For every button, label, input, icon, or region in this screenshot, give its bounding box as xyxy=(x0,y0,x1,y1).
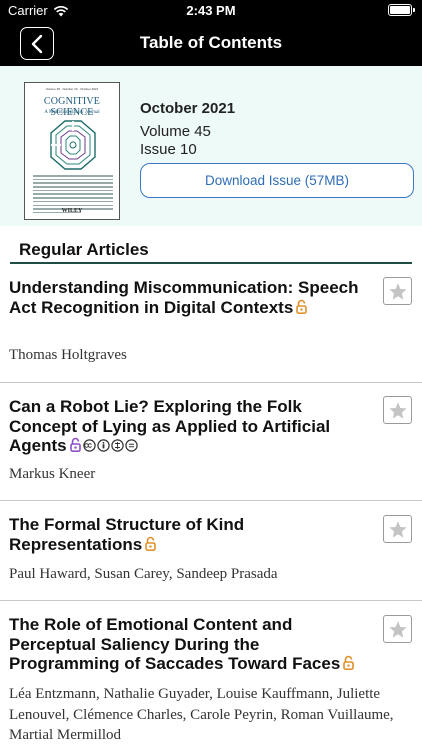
clock: 2:43 PM xyxy=(186,3,236,18)
article-title[interactable]: Understanding Miscommunication: Speech A… xyxy=(9,278,364,317)
article-row[interactable]: The Role of Emotional Content and Percep… xyxy=(0,601,422,750)
section-label: Regular Articles xyxy=(19,240,149,259)
star-icon xyxy=(388,520,407,538)
download-issue-button[interactable]: Download Issue (57MB) xyxy=(140,163,414,198)
status-bar: Carrier 2:43 PM xyxy=(0,0,422,22)
open-access-icon xyxy=(343,655,355,670)
article-authors: Léa Entzmann, Nathalie Guyader, Louise K… xyxy=(9,686,394,743)
article-row[interactable]: Understanding Miscommunication: Speech A… xyxy=(0,264,422,383)
star-icon xyxy=(388,620,407,638)
article-title-text: The Role of Emotional Content and Percep… xyxy=(9,615,341,673)
labyrinth-emblem xyxy=(50,120,96,170)
article-authors: Thomas Holtgraves xyxy=(9,347,127,363)
cover-publisher: WILEY xyxy=(61,208,83,214)
cover-issue-line: Volume 45 · Number 10 · October 2021 xyxy=(45,87,99,91)
star-icon xyxy=(388,401,407,419)
article-title-text: The Formal Structure of Kind Representat… xyxy=(9,515,245,554)
page-title: Table of Contents xyxy=(139,33,283,52)
favorite-button[interactable] xyxy=(383,277,412,305)
favorite-button[interactable] xyxy=(383,515,412,543)
open-access-icon xyxy=(296,299,308,314)
issue-cover-image[interactable]: Volume 45 · Number 10 · October 2021 COG… xyxy=(24,82,120,220)
article-title[interactable]: Can a Robot Lie? Exploring the Folk Conc… xyxy=(9,397,364,456)
article-authors: Markus Kneer xyxy=(9,466,96,482)
article-title-text: Can a Robot Lie? Exploring the Folk Conc… xyxy=(9,397,331,455)
article-authors: Paul Haward, Susan Carey, Sandeep Prasad… xyxy=(9,566,278,582)
open-access-icon xyxy=(69,437,81,452)
section-header: Regular Articles xyxy=(10,238,412,264)
favorite-button[interactable] xyxy=(383,396,412,424)
issue-header: Volume 45 · Number 10 · October 2021 COG… xyxy=(0,66,422,226)
open-access-icon xyxy=(145,536,157,551)
cover-journal-subtitle: A Multidisciplinary Journal xyxy=(44,110,100,115)
issue-number: Issue 10 xyxy=(140,141,197,158)
article-row[interactable]: The Formal Structure of Kind Representat… xyxy=(0,501,422,601)
article-title[interactable]: The Role of Emotional Content and Percep… xyxy=(9,615,364,674)
article-title[interactable]: The Formal Structure of Kind Representat… xyxy=(9,515,364,554)
cc-by-nc-nd-icon xyxy=(82,439,138,452)
issue-date: October 2021 xyxy=(140,100,236,117)
battery-icon xyxy=(388,4,415,16)
favorite-button[interactable] xyxy=(383,615,412,643)
article-row[interactable]: Can a Robot Lie? Exploring the Folk Conc… xyxy=(0,383,422,501)
top-bar: Carrier 2:43 PM Table of Contents xyxy=(0,0,422,66)
star-icon xyxy=(388,282,407,300)
issue-volume: Volume 45 xyxy=(140,123,211,140)
